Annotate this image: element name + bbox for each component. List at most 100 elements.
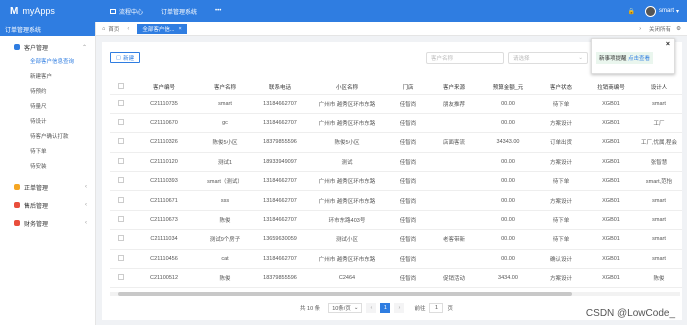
nav-more[interactable]: ••• (215, 8, 221, 14)
table-cell: 佳智尚 (388, 229, 428, 250)
chevron-right-icon[interactable]: › (639, 26, 641, 32)
app-logo[interactable]: M myApps (0, 6, 96, 17)
close-icon[interactable]: × (178, 26, 181, 32)
column-header[interactable]: 客户来源 (428, 80, 480, 95)
table-cell: 方案设计 (536, 190, 586, 211)
user-name[interactable]: smart (659, 8, 674, 14)
chevron-left-icon[interactable]: ‹ (127, 26, 129, 32)
column-header[interactable]: 门店 (388, 80, 428, 95)
sidebar-group-label: 财务管理 (24, 221, 49, 228)
column-header[interactable]: 预算金额_元 (480, 80, 536, 95)
close-icon[interactable]: × (666, 41, 670, 48)
row-checkbox[interactable] (110, 171, 132, 192)
row-checkbox[interactable] (110, 152, 132, 173)
table-cell: 18379855596 (254, 268, 306, 289)
table-cell: 佳智尚 (388, 210, 428, 231)
tab-all-customers[interactable]: 全部客户信... × (137, 23, 187, 34)
row-checkbox[interactable] (110, 190, 132, 211)
horizontal-scrollbar[interactable] (110, 292, 680, 296)
sidebar-item-pending-design[interactable]: 待设计 (0, 113, 95, 128)
prev-page-button[interactable]: ‹ (366, 303, 377, 313)
table-cell (428, 249, 480, 270)
table-cell: 广州市 越秀区环市东路 (306, 249, 388, 270)
table-cell: 13184662707 (254, 190, 306, 211)
sidebar-group-after-sales[interactable]: 售后管理 ‹ (0, 196, 95, 214)
nav-process-center[interactable]: 流程中心 (110, 7, 143, 16)
notification-link[interactable]: 点击查看 (628, 56, 650, 62)
sidebar-item-pending-order[interactable]: 待下单 (0, 143, 95, 158)
notification-message: 新事项提醒 点击查看 (596, 52, 654, 64)
column-header[interactable]: 小区名称 (306, 80, 388, 95)
page-size-select[interactable]: 10条/页 ⌄ (328, 303, 363, 313)
sidebar-group-finance[interactable]: 财务管理 ‹ (0, 214, 95, 232)
avatar[interactable] (644, 5, 656, 17)
customer-name-input[interactable]: 客户名称 (426, 52, 504, 64)
goto-page-input[interactable]: 1 (429, 303, 444, 313)
select-all-checkbox[interactable] (110, 80, 132, 95)
gear-icon[interactable]: ⚙ (676, 26, 681, 32)
status-select[interactable]: 请选择 ⌄ (508, 52, 588, 64)
table-cell (428, 210, 480, 231)
table-cell: 订单出货 (536, 132, 586, 153)
table-row[interactable]: C21110456 cat 13184662707 广州市 越秀区环市东路 佳智尚 00.… (110, 249, 682, 270)
table-row[interactable]: C21110735 smart 13184662707 广州市 越秀区环市东路 佳智尚朋… (110, 94, 682, 114)
page-number-current[interactable]: 1 (380, 303, 391, 313)
close-all-button[interactable]: 关闭所有 (649, 25, 671, 33)
table-cell: 00.00 (480, 249, 536, 270)
table-cell: 佳智尚 (388, 152, 428, 173)
table-cell: C21110456 (132, 249, 196, 270)
table-cell (428, 190, 480, 211)
sidebar-item-pending-appointment[interactable]: 待预约 (0, 83, 95, 98)
table-cell: 老客带新 (428, 229, 480, 250)
row-checkbox[interactable] (110, 229, 132, 250)
sidebar-group-orders[interactable]: 正单管理 ‹ (0, 178, 95, 196)
column-header[interactable]: 客户状态 (536, 80, 586, 95)
row-checkbox[interactable] (110, 132, 132, 153)
table-row[interactable]: C21110326 陈俊5小区 18379855596 陈俊5小区 佳智尚 店面客流 343… (110, 132, 682, 153)
next-page-button[interactable]: › (394, 303, 405, 313)
sidebar-item-all-customers[interactable]: 全部客户信息查询 (0, 53, 95, 68)
row-checkbox[interactable] (110, 113, 132, 134)
column-header[interactable]: 联系电话 (254, 80, 306, 95)
row-checkbox[interactable] (110, 249, 132, 270)
new-button[interactable]: ▢ 新建 (110, 52, 140, 63)
table-cell: smart (636, 229, 682, 250)
sidebar-item-pending-install[interactable]: 待安装 (0, 158, 95, 173)
tab-home[interactable]: ⌂ 首页 (102, 25, 119, 33)
table-row[interactable]: C21110673 陈俊 13184662707 环市东路403号 佳智尚 00.00 待下… (110, 210, 682, 231)
table-row[interactable]: C21111034 测试9个房子 13659630059 测试小区 佳智尚 老客带新 00.… (110, 229, 682, 250)
lock-icon[interactable]: 🔒 (628, 8, 635, 15)
sidebar-item-pending-payment[interactable]: 待客户确认打款 (0, 128, 95, 143)
row-checkbox[interactable] (110, 210, 132, 231)
table-cell: 确认设计 (536, 249, 586, 270)
notification-popup: × 新事项提醒 点击查看 (591, 38, 675, 74)
scrollbar-thumb[interactable] (118, 292, 572, 296)
table-cell: 3434.00 (480, 268, 536, 289)
nav-order-system[interactable]: 订单管理系统 (161, 7, 197, 16)
table-cell: 广州市 越秀区环市东路 (306, 171, 388, 192)
table-row[interactable]: C21100512 陈俊 18379855596 C2464 佳智尚 促销活动 3434.0… (110, 268, 682, 289)
sidebar-item-pending-measure[interactable]: 待量尺 (0, 98, 95, 113)
row-checkbox[interactable] (110, 94, 132, 114)
table-row[interactable]: C21110671 sss 13184662707 广州市 越秀区环市东路 佳智尚 00.… (110, 190, 682, 211)
select-placeholder: 请选择 (513, 56, 530, 62)
table-row[interactable]: C21110120 测试1 18933949097 测试 佳智尚 00.00 方案设计 XGB… (110, 152, 682, 173)
column-header[interactable]: 客户编号 (132, 80, 196, 95)
table-row[interactable]: C21110393 smart（测试） 13184662707 广州市 越秀区环市东路… (110, 171, 682, 192)
column-header[interactable]: 拉销商编号 (586, 80, 636, 95)
total-count: 共 10 条 (300, 306, 321, 312)
chevron-down-icon[interactable]: ▾ (676, 8, 679, 15)
sidebar-group-customers[interactable]: 客户管理 ⌃ (0, 41, 95, 53)
table-cell: 13184662707 (254, 113, 306, 134)
sidebar-item-new-customer[interactable]: 新建客户 (0, 68, 95, 83)
folder-icon (14, 184, 20, 190)
table-cell: C21110673 (132, 210, 196, 231)
column-header[interactable]: 设计人 (636, 80, 682, 95)
row-checkbox[interactable] (110, 268, 132, 289)
column-header[interactable]: 客户名称 (196, 80, 254, 95)
table-cell: 13184662707 (254, 171, 306, 192)
table-cell (428, 152, 480, 173)
table-row[interactable]: C21110670 gc 13184662707 广州市 越秀区环市东路 佳智尚 00.0… (110, 113, 682, 134)
table-cell: C21110670 (132, 113, 196, 134)
app-name: myApps (22, 6, 55, 16)
